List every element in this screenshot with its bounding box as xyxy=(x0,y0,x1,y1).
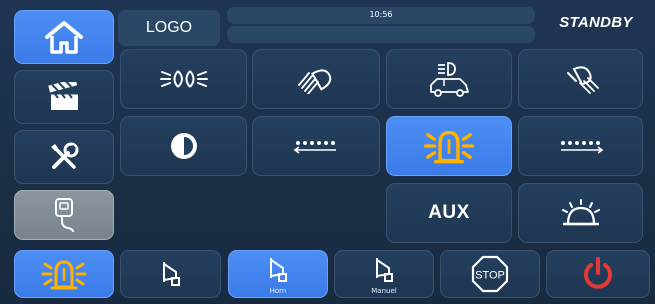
stop-text: STOP xyxy=(475,270,505,282)
clock: 10:56 xyxy=(369,10,393,19)
beacon-icon xyxy=(41,260,87,290)
aux-button[interactable]: AUX xyxy=(386,183,512,243)
sidebar-microphone-button[interactable] xyxy=(14,190,114,240)
position-lights-button[interactable] xyxy=(120,49,247,109)
siren-icon xyxy=(376,258,393,282)
work-light-button[interactable] xyxy=(518,49,643,109)
stop-button[interactable]: STOP xyxy=(440,250,540,298)
tools-icon xyxy=(51,142,79,169)
status-bar-bottom xyxy=(227,26,535,43)
beacon-button[interactable] xyxy=(386,116,512,176)
sidebar-tools-button[interactable] xyxy=(14,130,114,184)
power-icon xyxy=(584,257,612,289)
beacon-icon xyxy=(423,130,475,164)
power-button[interactable] xyxy=(546,250,650,298)
sidebar-home-button[interactable] xyxy=(14,10,114,64)
mode-indicator: STANDBY xyxy=(559,14,633,31)
horn-label: Horn xyxy=(269,287,287,295)
client-logo: LOGO CLIENT xyxy=(118,10,220,72)
home-icon xyxy=(45,21,83,54)
high-beam-button[interactable] xyxy=(252,49,380,109)
horn-button[interactable]: Horn xyxy=(228,250,328,298)
status-bar-top: 10:56 xyxy=(227,7,535,24)
arrow-bar-right-button[interactable] xyxy=(518,116,643,176)
sidebar-beacon-button[interactable] xyxy=(14,250,114,298)
position-lights-icon xyxy=(159,70,208,88)
manual-siren-button[interactable]: Manuel xyxy=(334,250,434,298)
clapperboard-icon xyxy=(48,82,78,110)
work-light-icon xyxy=(566,66,599,94)
siren-icon xyxy=(270,258,287,282)
hmi-screen: LOGO CLIENT 10:56 STANDBY xyxy=(0,0,655,304)
siren-icon xyxy=(162,262,180,286)
sidebar-media-button[interactable] xyxy=(14,70,114,124)
aux-label: AUX xyxy=(428,202,470,223)
high-beam-icon xyxy=(298,69,332,94)
arrow-bar-left-icon xyxy=(293,141,336,154)
arrow-bar-right-icon xyxy=(560,141,603,154)
stop-icon: STOP xyxy=(471,255,509,293)
manual-label: Manuel xyxy=(371,287,397,295)
sunrise-light-icon xyxy=(561,199,600,226)
siren-button[interactable] xyxy=(120,250,221,298)
contrast-icon xyxy=(170,133,197,159)
vehicle-light-button[interactable] xyxy=(386,49,512,109)
microphone-icon xyxy=(55,198,74,233)
arrow-bar-left-button[interactable] xyxy=(252,116,380,176)
contrast-button[interactable] xyxy=(120,116,247,176)
vehicle-light-icon xyxy=(430,62,469,97)
sunrise-light-button[interactable] xyxy=(518,183,643,243)
